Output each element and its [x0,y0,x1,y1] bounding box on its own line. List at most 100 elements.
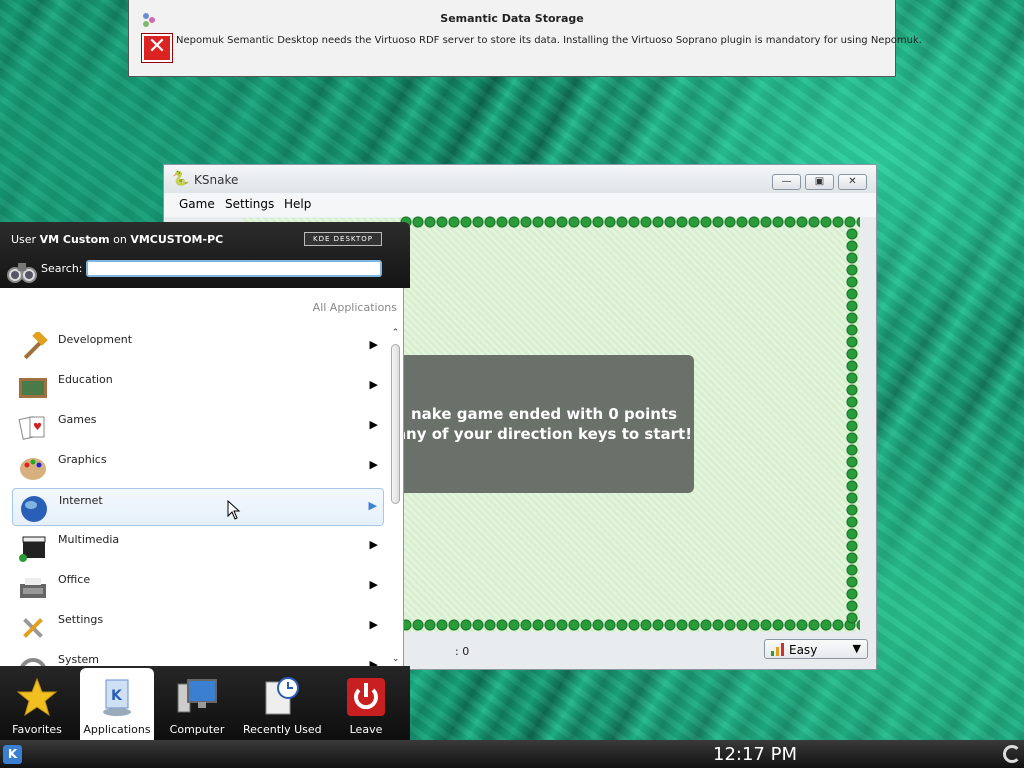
chevron-up-icon[interactable]: ⌃ [389,328,402,340]
difficulty-bars-icon [771,643,784,656]
breadcrumb[interactable]: All Applications [313,301,397,314]
arrow-right-icon: ▶ [369,378,378,391]
search-input[interactable] [86,260,382,277]
star-icon [16,677,58,717]
hammer-icon [23,332,48,360]
applications-icon: K [103,679,131,716]
chevron-down-icon[interactable]: ⌄ [389,654,402,666]
clock-document-icon [265,677,299,715]
category-label: Internet [59,494,103,507]
message-line-1: nake game ended with 0 points [410,405,678,423]
category-development[interactable]: Development ▶ [12,328,384,366]
category-list: Development ▶ Education ▶ ♥ Games ▶ Grap… [0,328,390,666]
binoculars-icon [7,263,37,283]
difficulty-select[interactable]: Easy ▼ [764,639,868,659]
chevron-down-icon: ▼ [852,642,861,655]
tab-favorites[interactable]: Favorites [0,668,74,740]
search-label: Search: [41,262,83,275]
category-education[interactable]: Education ▶ [12,368,384,406]
kickoff-tabs: Favorites K Applications Computer Recent… [0,666,410,740]
maximize-button[interactable]: ▣ [805,174,834,190]
kde-desktop-logo: KDE DESKTOP [304,232,382,246]
error-icon: ✕ [142,34,172,62]
tab-label: Recently Used [243,723,322,736]
message-line-2: any of your direction keys to start! [395,425,693,443]
svg-text:K: K [111,688,123,704]
tab-computer[interactable]: Computer [160,668,234,740]
notification-popup[interactable]: Semantic Data Storage ✕ Nepomuk Semantic… [128,0,922,77]
category-label: System [58,653,100,666]
game-over-message: nake game ended with 0 points any of you… [386,355,694,493]
board-wall-right [846,228,858,624]
typewriter-icon [20,578,46,598]
category-label: Settings [58,613,104,626]
computer-icon [177,679,217,713]
globe-icon [21,496,47,522]
host-name: VMCUSTOM-PC [130,233,224,246]
tab-applications[interactable]: K Applications [80,668,154,740]
category-games[interactable]: ♥ Games ▶ [12,408,384,446]
category-label: Multimedia [58,533,120,546]
category-office[interactable]: Office ▶ [12,568,384,606]
tab-leave[interactable]: Leave [329,668,403,740]
notification-title: Semantic Data Storage [440,12,584,25]
arrow-right-icon: ▶ [369,458,378,471]
snake-icon: 🐍 [172,171,190,187]
taskbar: K 12:17 PM [0,740,1024,768]
cashew-icon[interactable] [1003,745,1021,763]
tools-icon [23,618,43,638]
user-info: User VM Custom on VMCUSTOM-PC [11,233,223,246]
category-multimedia[interactable]: Multimedia ▶ [12,528,384,566]
cards-icon: ♥ [18,416,45,440]
window-titlebar[interactable]: 🐍 KSnake — ▣ ✕ [164,165,876,193]
clock[interactable]: 12:17 PM [713,744,797,765]
category-label: Education [58,373,113,386]
score-label: : 0 [455,645,470,658]
scrollbar[interactable]: ⌃ ⌄ [389,328,402,666]
menubar: Game Settings Help [164,193,876,217]
kickoff-header: User VM Custom on VMCUSTOM-PC KDE DESKTO… [0,222,410,288]
kickoff-menu[interactable]: User VM Custom on VMCUSTOM-PC KDE DESKTO… [0,222,410,740]
arrow-right-icon: ▶ [369,538,378,551]
mouse-cursor-icon [227,500,241,520]
tab-label: Applications [83,723,151,736]
kde-launcher-icon[interactable]: K [3,745,22,764]
arrow-right-icon: ▶ [369,658,378,666]
category-label: Office [58,573,91,586]
category-settings[interactable]: Settings ▶ [12,608,384,646]
menu-help[interactable]: Help [284,197,311,211]
category-system[interactable]: System ▶ [12,648,384,666]
category-label: Development [58,333,133,346]
clapperboard-icon [19,536,46,562]
menu-settings[interactable]: Settings [225,197,274,211]
menu-game[interactable]: Game [179,197,215,211]
tab-label: Computer [169,723,225,736]
tab-label: Leave [349,723,383,736]
palette-icon [20,458,46,480]
category-label: Graphics [58,453,107,466]
host-separator: on [113,233,127,246]
arrow-right-icon: ▶ [369,418,378,431]
board-wall-top [400,216,860,228]
arrow-right-icon: ▶ [369,338,378,351]
scrollbar-thumb[interactable] [391,344,400,504]
arrow-right-icon: ▶ [369,618,378,631]
power-icon [347,678,385,716]
window-title: KSnake [194,173,239,187]
board-wall-bottom [400,619,860,631]
arrow-right-icon: ▶ [369,578,378,591]
close-button[interactable]: ✕ [838,174,867,190]
tab-label: Favorites [12,723,62,736]
user-prefix: User [11,233,37,246]
arrow-right-icon: ▶ [368,499,377,512]
tab-recently-used[interactable]: Recently Used [243,668,322,740]
user-name: VM Custom [39,233,110,246]
category-internet[interactable]: Internet ▶ [12,488,384,526]
category-graphics[interactable]: Graphics ▶ [12,448,384,486]
chalkboard-icon [19,378,47,398]
minimize-button[interactable]: — [772,174,801,190]
applications-panel: All Applications Development ▶ Education… [0,288,404,666]
notification-message: Nepomuk Semantic Desktop needs the Virtu… [176,35,922,46]
category-label: Games [58,413,97,426]
svg-text:♥: ♥ [33,422,42,433]
